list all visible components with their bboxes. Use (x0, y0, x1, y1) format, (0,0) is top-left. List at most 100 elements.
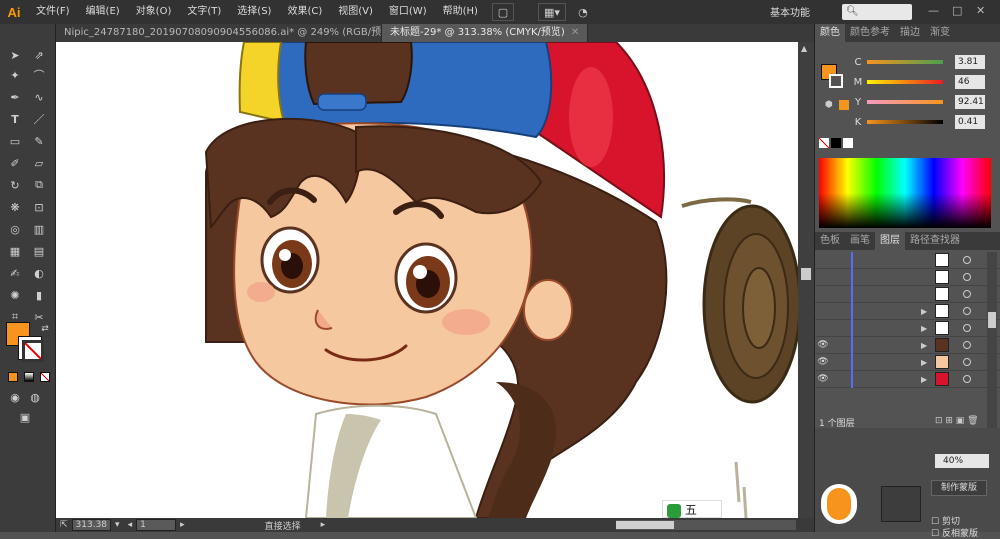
expand-icon[interactable]: ▶ (921, 375, 927, 384)
target-icon[interactable] (963, 273, 971, 281)
scale-icon[interactable]: ⧉ (30, 176, 48, 194)
workspace-switcher[interactable]: 基本功能 (770, 4, 810, 19)
menu-effect[interactable]: 效果(C) (279, 0, 330, 24)
expand-icon[interactable]: ▶ (921, 358, 927, 367)
lasso-icon[interactable]: ⌒ (30, 66, 48, 84)
tab-color[interactable]: 颜色 (815, 24, 845, 42)
selection-tool-icon[interactable]: ➤ (6, 46, 24, 64)
zoom-dropdown-icon[interactable]: ▾ (115, 520, 120, 530)
layer-row[interactable] (815, 251, 1000, 269)
artboard-canvas[interactable]: 五 (56, 42, 798, 518)
next-artboard-icon[interactable]: ▸ (180, 520, 185, 530)
cyan-value-input[interactable]: 3.81 (955, 55, 985, 69)
close-icon[interactable]: ✕ (976, 4, 985, 17)
paintbrush-icon[interactable]: ✎ (30, 132, 48, 150)
mask-slot[interactable] (881, 486, 921, 522)
layer-row[interactable] (815, 268, 1000, 286)
magenta-value-input[interactable]: 46 (955, 75, 985, 89)
layer-row[interactable] (815, 285, 1000, 303)
artboard-page-field[interactable]: 1 (136, 519, 177, 531)
eraser-icon[interactable]: ▱ (30, 154, 48, 172)
status-menu-icon[interactable]: ▸ (321, 520, 326, 530)
column-graph-icon[interactable]: ▮ (30, 286, 48, 304)
target-icon[interactable] (963, 290, 971, 298)
shape-builder-icon[interactable]: ◎ (6, 220, 24, 238)
black-slider[interactable] (867, 120, 943, 124)
tab-layers[interactable]: 图层 (875, 232, 905, 250)
target-icon[interactable] (963, 358, 971, 366)
expand-icon[interactable]: ▶ (921, 341, 927, 350)
invert-mask-checkbox[interactable]: ☐ 反相蒙版 (931, 526, 978, 539)
swap-fill-stroke-icon[interactable]: ⇄ (36, 320, 54, 338)
symbol-sprayer-icon[interactable]: ✺ (6, 286, 24, 304)
cyan-slider[interactable] (867, 60, 943, 64)
tab-gradient[interactable]: 渐变 (925, 24, 955, 42)
rectangle-tool-icon[interactable]: ▭ (6, 132, 24, 150)
visibility-eye-icon[interactable]: 👁︎ (815, 374, 831, 384)
canvas-horizontal-scrollbar[interactable] (616, 520, 796, 530)
menu-select[interactable]: 选择(S) (229, 0, 279, 24)
gradient-icon[interactable]: ▤ (30, 242, 48, 260)
maximize-icon[interactable]: □ (952, 4, 962, 17)
expand-icon[interactable]: ▶ (921, 324, 927, 333)
tab-color-guide[interactable]: 颜色参考 (845, 24, 895, 42)
menu-window[interactable]: 窗口(W) (381, 0, 435, 24)
scroll-thumb[interactable] (801, 268, 811, 280)
none-color-swatch[interactable] (819, 138, 829, 148)
layers-scroll-thumb[interactable] (988, 312, 996, 328)
color-spectrum-picker[interactable] (819, 158, 991, 228)
menu-edit[interactable]: 编辑(E) (78, 0, 128, 24)
minimize-icon[interactable]: — (928, 4, 939, 17)
draw-mode-icon[interactable]: ◉ (6, 388, 24, 406)
close-tab-icon[interactable]: ✕ (571, 27, 579, 38)
menu-object[interactable]: 对象(O) (128, 0, 180, 24)
visibility-eye-icon[interactable]: 👁︎ (815, 357, 831, 367)
target-icon[interactable] (963, 375, 971, 383)
blend-icon[interactable]: ◐ (30, 264, 48, 282)
tab-stroke[interactable]: 描边 (895, 24, 925, 42)
layer-actions-icons[interactable]: ⊡ ⊞ ▣ 🗑︎ (935, 416, 979, 426)
artboard-nav-icon[interactable]: ⇱ (60, 520, 68, 530)
target-icon[interactable] (963, 324, 971, 332)
draw-behind-icon[interactable]: ◍ (26, 388, 44, 406)
bridge-button[interactable]: ▢ (491, 3, 514, 21)
yellow-value-input[interactable]: 92.41 (955, 95, 985, 109)
pencil-icon[interactable]: ✐ (6, 154, 24, 172)
yellow-slider[interactable] (867, 100, 943, 104)
magenta-slider[interactable] (867, 80, 943, 84)
mask-thumbnail[interactable] (821, 484, 857, 524)
pen-tool-icon[interactable]: ✒ (6, 88, 24, 106)
arrange-documents-icon[interactable]: ▦▾ (537, 3, 566, 21)
tab-swatches[interactable]: 色板 (815, 232, 845, 250)
tab-nipic[interactable]: Nipic_24787180_20190708090904556086.ai* … (56, 24, 382, 42)
layers-scrollbar[interactable] (987, 252, 997, 430)
layer-row[interactable]: 👁︎ ▶ (815, 336, 1000, 354)
mesh-icon[interactable]: ▦ (6, 242, 24, 260)
layer-row[interactable]: ▶ (815, 302, 1000, 320)
line-tool-icon[interactable]: ／ (30, 110, 48, 128)
hscroll-thumb[interactable] (616, 521, 674, 529)
stroke-swatch[interactable] (18, 336, 44, 362)
opacity-input[interactable]: 40% (935, 454, 989, 468)
direct-selection-tool-icon[interactable]: ⇗ (30, 46, 48, 64)
eyedropper-icon[interactable]: ✍ (6, 264, 24, 282)
rotate-icon[interactable]: ↻ (6, 176, 24, 194)
screen-mode-icon[interactable]: ▣ (16, 408, 34, 426)
warp-icon[interactable]: ❋ (6, 198, 24, 216)
white-color-swatch[interactable] (843, 138, 853, 148)
type-tool-icon[interactable]: T (6, 110, 24, 128)
layer-row[interactable]: ▶ (815, 319, 1000, 337)
tab-pathfinder[interactable]: 路径查找器 (905, 232, 965, 250)
visibility-eye-icon[interactable]: 👁︎ (815, 340, 831, 350)
menu-help[interactable]: 帮助(H) (435, 0, 486, 24)
prev-artboard-icon[interactable]: ◂ (128, 520, 133, 530)
tab-untitled-29[interactable]: 未标题-29* @ 313.38% (CMYK/预览) ✕ (382, 24, 589, 42)
zoom-field[interactable]: 313.38 (71, 519, 112, 531)
menu-file[interactable]: 文件(F) (28, 0, 78, 24)
black-value-input[interactable]: 0.41 (955, 115, 985, 129)
free-transform-icon[interactable]: ⊡ (30, 198, 48, 216)
magic-wand-icon[interactable]: ✦ (6, 66, 24, 84)
menu-type[interactable]: 文字(T) (179, 0, 229, 24)
perspective-icon[interactable]: ▥ (30, 220, 48, 238)
black-color-swatch[interactable] (831, 138, 841, 148)
